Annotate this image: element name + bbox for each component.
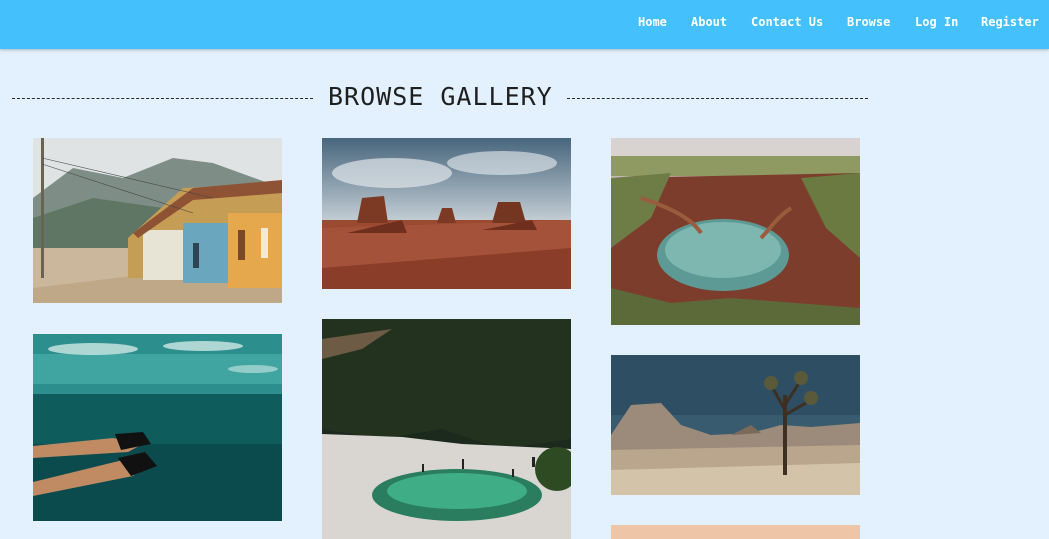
- nav-register-link[interactable]: Register: [981, 15, 1039, 29]
- page-title: BROWSE GALLERY: [328, 82, 553, 111]
- gallery-photo-colonial-street[interactable]: [33, 138, 282, 303]
- gallery-photo-desert-buttes[interactable]: [322, 138, 571, 289]
- gallery-photo-crater-lake[interactable]: [611, 138, 860, 325]
- nav-contact-us-link[interactable]: Contact Us: [751, 15, 823, 29]
- left-divider: [12, 98, 313, 99]
- gallery-photo-joshua-tree[interactable]: [611, 355, 860, 495]
- gallery-photo-underwater-swimmer[interactable]: [33, 334, 282, 521]
- gallery-photo-partial[interactable]: [611, 525, 860, 539]
- nav-about-link[interactable]: About: [691, 15, 727, 29]
- nav-log-in-link[interactable]: Log In: [915, 15, 958, 29]
- nav-browse-link[interactable]: Browse: [847, 15, 890, 29]
- top-navbar: Home About Contact Us Browse Log In Regi…: [0, 0, 1049, 49]
- gallery-header: BROWSE GALLERY: [12, 82, 868, 114]
- gallery-photo-desert-oasis[interactable]: [322, 319, 571, 539]
- nav-home-link[interactable]: Home: [638, 15, 667, 29]
- right-divider: [567, 98, 868, 99]
